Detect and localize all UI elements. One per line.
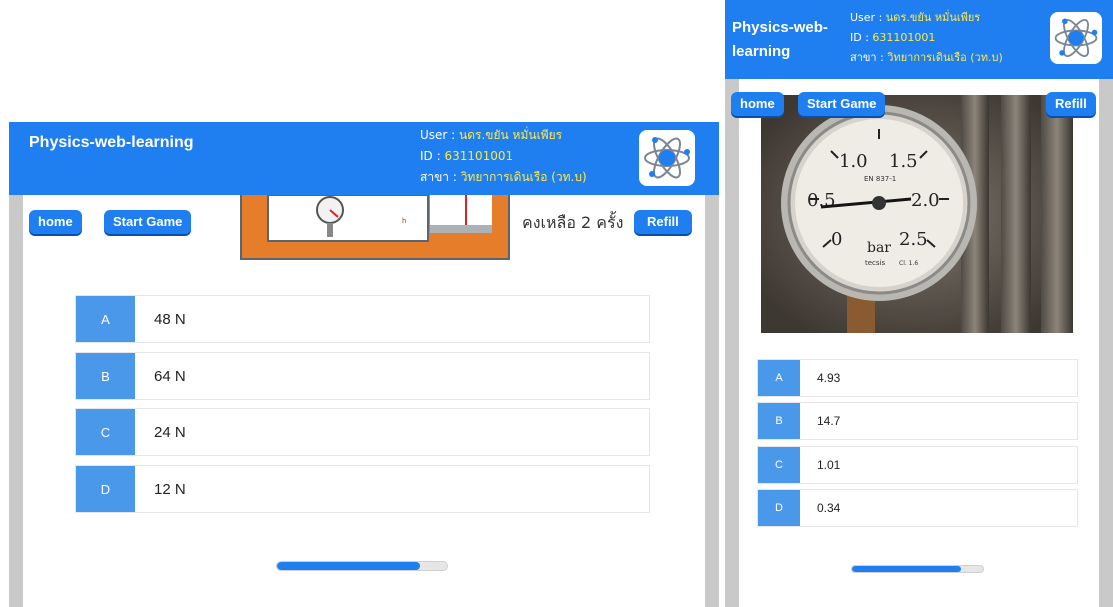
answer-option-b[interactable]: B 64 N: [75, 352, 650, 400]
option-letter: D: [76, 466, 135, 512]
answer-option-a[interactable]: A 48 N: [75, 295, 650, 343]
answer-option-d[interactable]: D 12 N: [75, 465, 650, 513]
pressure-diagram: h: [240, 194, 510, 260]
user-id: 631101001: [444, 149, 514, 163]
home-button[interactable]: home: [731, 92, 784, 116]
pressure-gauge-image: 0 0.5 1.0 1.5 2.0 2.5 EN 837-1 bar tecsi…: [761, 95, 1073, 333]
option-text: 12 N: [154, 480, 186, 498]
progress-fill: [852, 566, 961, 572]
gauge-tick-1-0: 1.0: [839, 151, 868, 172]
option-text: 24 N: [154, 423, 186, 441]
option-text: 48 N: [154, 310, 186, 328]
answer-option-a[interactable]: A 4.93: [757, 359, 1078, 397]
progress-fill: [277, 562, 420, 570]
dept-label: สาขา :: [850, 51, 888, 64]
option-letter: A: [758, 360, 800, 396]
option-letter: B: [758, 403, 800, 439]
option-letter: A: [76, 296, 135, 342]
user-dept: วิทยาการเดินเรือ (วท.บ): [887, 51, 1003, 64]
id-label: ID :: [850, 31, 873, 44]
option-text: 4.93: [817, 371, 841, 385]
right-header-bar: Physics-web-learning User : นดร.ขยัน หมั…: [725, 0, 1113, 79]
left-window: h Physics-web-learning User : นดร.ขยัน ห…: [9, 122, 719, 607]
user-info: User : นดร.ขยัน หมั่นเพียร ID : 63110100…: [420, 125, 587, 188]
left-header-bar: Physics-web-learning User : นดร.ขยัน หมั…: [9, 122, 719, 195]
user-name: นดร.ขยัน หมั่นเพียร: [459, 128, 563, 142]
svg-text:h: h: [402, 217, 406, 225]
home-button[interactable]: home: [29, 210, 82, 234]
user-label: User :: [420, 128, 460, 142]
gauge-standard: EN 837-1: [864, 175, 896, 183]
right-window: 0 0.5 1.0 1.5 2.0 2.5 EN 837-1 bar tecsi…: [725, 0, 1113, 607]
option-text: 14.7: [817, 414, 841, 428]
start-game-button[interactable]: Start Game: [798, 92, 886, 116]
brand-title[interactable]: Physics-web-learning: [732, 16, 832, 64]
user-dept: วิทยาการเดินเรือ (วท.บ): [460, 170, 587, 184]
quiz-progress-bar: [851, 565, 984, 573]
brand-title[interactable]: Physics-web-learning: [29, 134, 194, 152]
gauge-tick-1-5: 1.5: [889, 151, 918, 172]
refill-button[interactable]: Refill: [634, 210, 692, 234]
option-text: 1.01: [817, 458, 841, 472]
atom-logo-icon: [639, 130, 695, 186]
gauge-tick-2-0: 2.0: [911, 190, 940, 211]
gauge-tick-0: 0: [831, 229, 842, 250]
user-id: 631101001: [872, 31, 936, 44]
refill-button[interactable]: Refill: [1046, 92, 1096, 116]
option-text: 64 N: [154, 367, 186, 385]
answer-option-c[interactable]: C 1.01: [757, 446, 1078, 484]
answer-option-d[interactable]: D 0.34: [757, 489, 1078, 527]
start-game-button[interactable]: Start Game: [104, 210, 192, 234]
answer-option-c[interactable]: C 24 N: [75, 408, 650, 456]
gauge-unit: bar: [867, 240, 891, 256]
option-letter: C: [758, 447, 800, 483]
user-name: นดร.ขยัน หมั่นเพียร: [885, 11, 981, 24]
gauge-tick-2-5: 2.5: [899, 229, 928, 250]
user-label: User :: [850, 11, 886, 24]
option-letter: C: [76, 409, 135, 455]
option-letter: B: [76, 353, 135, 399]
option-text: 0.34: [817, 501, 841, 515]
user-info: User : นดร.ขยัน หมั่นเพียร ID : 63110100…: [850, 8, 1003, 68]
atom-logo-icon: [1050, 12, 1102, 64]
dept-label: สาขา :: [420, 170, 461, 184]
gauge-class: Cl. 1.6: [899, 260, 918, 267]
remaining-attempts: คงเหลือ 2 ครั้ง: [522, 213, 624, 232]
id-label: ID :: [420, 149, 445, 163]
option-letter: D: [758, 490, 800, 526]
gauge-brand: tecsis: [865, 259, 885, 267]
answer-option-b[interactable]: B 14.7: [757, 402, 1078, 440]
quiz-progress-bar: [276, 561, 448, 571]
